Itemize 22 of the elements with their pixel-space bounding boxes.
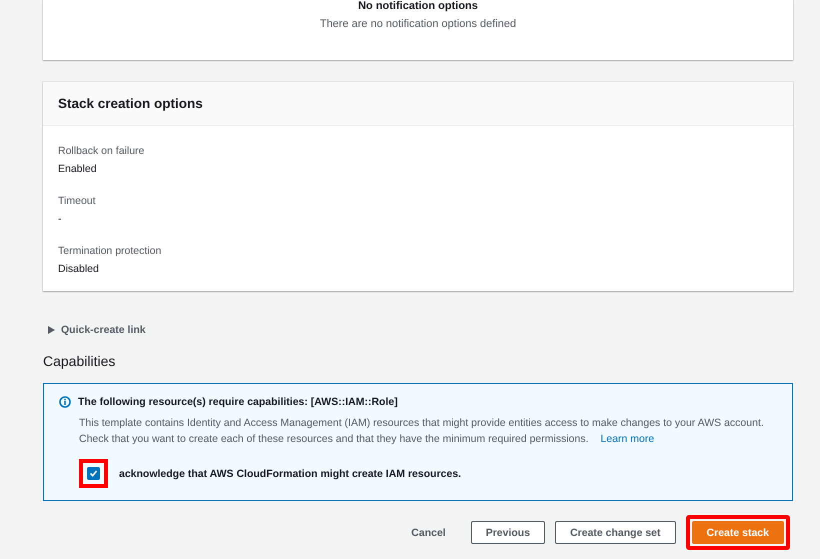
cancel-link[interactable]: Cancel — [396, 521, 461, 544]
field-label: Termination protection — [58, 245, 162, 257]
action-button[interactable]: Previous — [470, 521, 546, 544]
checkbox-label: acknowledge that AWS CloudFormation might create IAM resources. — [119, 468, 462, 480]
expander-toggle[interactable]: Quick-create link — [48, 324, 146, 336]
field-value: - — [58, 213, 62, 225]
check-icon — [89, 469, 98, 478]
checkbox[interactable] — [87, 467, 100, 480]
section-title: Capabilities — [43, 353, 116, 369]
section-heading: No notification options — [358, 0, 478, 12]
action-button[interactable]: Create change set — [555, 521, 676, 544]
field-value: Enabled — [58, 163, 98, 175]
alert-text: This template contains Identity and Access Management (IAM) resources that might provide entities access to make changes to your AWS account. Check that you want to create each of these resources and that they have the minimum required permissions. Learn more — [79, 416, 765, 447]
info-icon — [59, 396, 71, 408]
alert-title: The following resource(s) require capabilities: [AWS::IAM::Role] — [78, 396, 398, 408]
card-title: Stack creation options — [43, 82, 793, 126]
caret-icon — [48, 326, 55, 334]
learn-more-link[interactable]: Learn more — [600, 433, 654, 445]
field-value: Disabled — [58, 263, 100, 275]
field-label: Timeout — [58, 195, 97, 207]
empty-message: There are no notification options defined — [320, 18, 516, 30]
field-label: Rollback on failure — [58, 145, 146, 157]
